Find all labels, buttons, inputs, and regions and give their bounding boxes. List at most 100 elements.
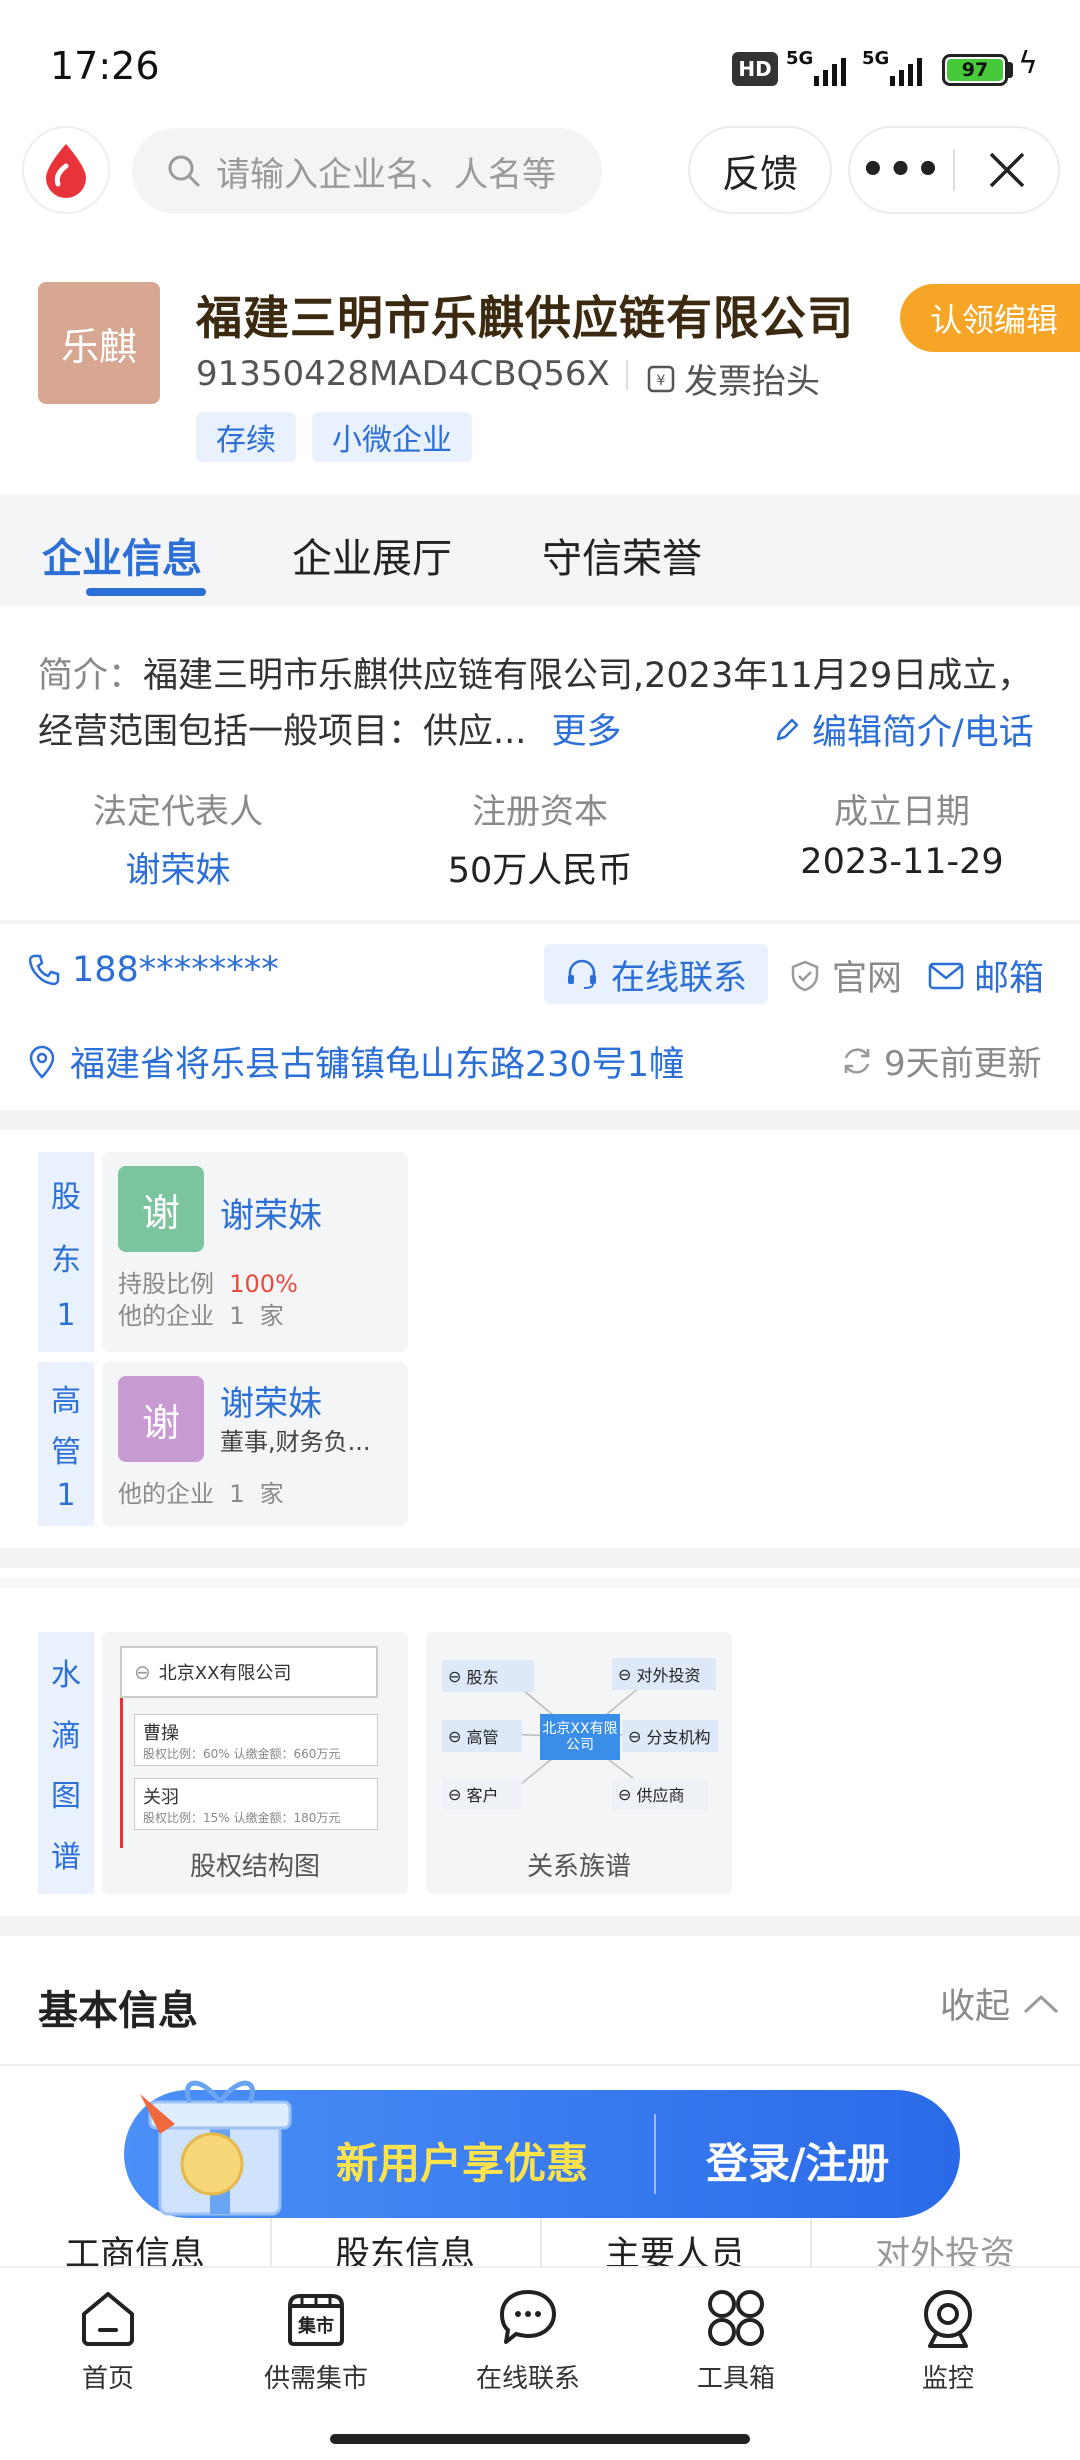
section-gap [0,1916,1080,1936]
credit-code: 91350428MAD4CBQ56X [196,354,610,394]
equity-node-1-detail: 股权比例：60% 认缴金额：660万元 [143,1747,341,1761]
shareholder-card[interactable]: 谢 谢荣妹 持股比例 100% 他的企业 1 家 [102,1152,408,1352]
online-contact-button[interactable]: 在线联系 [544,944,768,1004]
hd-icon: HD [732,52,778,86]
ratio-label-text: 持股比例 [118,1270,214,1298]
headset-icon [568,959,596,989]
legal-rep-link[interactable]: 谢荣妹 [28,842,328,893]
claim-edit-button[interactable]: 认领编辑 [900,284,1080,352]
search-input[interactable]: 请输入企业名、人名等 [132,128,602,214]
location-icon [29,1045,55,1079]
nav-toolbox[interactable]: 工具箱 [628,2286,844,2395]
address-link[interactable]: 福建省将乐县古镛镇龟山东路230号1幢 [26,1036,684,1087]
close-icon[interactable] [955,128,1058,212]
avatar: 谢 [118,1376,204,1462]
avatar: 谢 [118,1166,204,1252]
address-text: 福建省将乐县古镛镇龟山东路230号1幢 [70,1045,685,1085]
market-icon: 集市 [284,2286,348,2350]
monitor-icon [924,2290,972,2348]
nav-online-contact-label: 在线联系 [475,2364,580,2394]
tab-company-showroom[interactable]: 企业展厅 [292,526,452,584]
shareholder-side-label: 股 东 1 [38,1152,94,1352]
intro-more-link[interactable]: 更多 [552,712,622,752]
network-5g-label: 5G [786,48,814,69]
size-badge: 小微企业 [312,412,472,462]
side-char: 谱 [51,1839,81,1875]
network-5g-label-2: 5G [862,48,890,69]
phone-icon [28,954,60,986]
relation-node: ⊖ 分支机构 [622,1720,718,1752]
legal-rep-label: 法定代表人 [93,792,263,832]
more-icon[interactable]: ••• [850,128,953,212]
status-time: 17:26 [50,44,160,88]
website-link[interactable]: 官网 [788,950,902,1001]
website-label: 官网 [832,959,903,999]
side-char: 高 [51,1383,81,1419]
nav-monitor[interactable]: 监控 [840,2286,1056,2395]
invoice-icon: ¥ [647,365,675,392]
refresh-icon [844,1047,870,1074]
ratio-label: 持股比例 100% [118,1264,298,1299]
mail-icon [928,962,964,989]
side-char: 股 [51,1179,81,1215]
intro-label: 简介： [38,656,144,696]
relation-graph-card[interactable]: 北京XX有限公司 ⊖ 股东 ⊖ 对外投资 ⊖ 高管 ⊖ 分支机构 ⊖ 客户 ⊖ … [426,1632,732,1894]
signal-icon-2 [890,52,922,86]
email-link[interactable]: 邮箱 [928,950,1044,1001]
relation-node: ⊖ 客户 [442,1778,522,1810]
relation-node-label: 客户 [466,1786,499,1805]
shield-icon [791,960,819,991]
equity-root-node: ⊖ 北京XX有限公司 [120,1646,378,1698]
search-placeholder: 请输入企业名、人名等 [216,154,556,195]
equity-node-1-name: 曹操 [143,1723,179,1744]
relation-node-label: 对外投资 [636,1666,701,1685]
update-status[interactable]: 9天前更新 [840,1036,1042,1085]
collapse-label: 收起 [940,1987,1011,2027]
promo-divider [654,2114,656,2194]
reg-capital-value: 50万人民币 [447,851,633,891]
nav-home[interactable]: 首页 [0,2286,216,2395]
basic-info-title: 基本信息 [38,1988,198,2034]
relation-node-label: 供应商 [636,1786,685,1805]
side-char: 水 [51,1658,81,1694]
relation-node: ⊖ 对外投资 [612,1658,716,1690]
side-char: 图 [51,1779,81,1815]
equity-node-1: 曹操 股权比例：60% 认缴金额：660万元 [134,1714,378,1766]
side-count: 1 [56,1477,76,1513]
phone-link[interactable]: 188******** [26,950,279,990]
side-char: 东 [51,1242,81,1278]
relation-center-node: 北京XX有限公司 [540,1714,620,1760]
equity-tree-line [120,1698,123,1848]
battery-icon: 97 [942,54,1008,86]
tab-credit-honor[interactable]: 守信荣誉 [542,526,702,584]
edit-intro-button[interactable]: 编辑简介/电话 [772,704,1034,755]
email-label: 邮箱 [974,959,1045,999]
relation-caption: 关系族谱 [526,1852,631,1882]
side-char: 管 [51,1434,81,1470]
executive-card[interactable]: 谢 谢荣妹 董事,财务负... 他的企业 1 家 [102,1362,408,1526]
app-logo-icon[interactable] [22,126,110,214]
nav-online-contact[interactable]: 在线联系 [420,2286,636,2395]
other-companies[interactable]: 他的企业 1 家 [118,1474,284,1509]
login-register-button[interactable]: 登录/注册 [706,2130,889,2191]
update-text: 9天前更新 [884,1044,1042,1084]
section-gap [0,1110,1080,1130]
invoice-title-button[interactable]: ¥ 发票抬头 [646,354,820,403]
collapse-button[interactable]: 收起 [940,1978,1060,2029]
section-gap-inner [0,1578,1080,1588]
home-indicator[interactable] [330,2434,750,2444]
shareholder-name[interactable]: 谢荣妹 [220,1188,322,1237]
section-divider [0,920,1080,924]
online-contact-label: 在线联系 [611,957,747,998]
battery-cap [1008,62,1013,78]
tab-company-info[interactable]: 企业信息 [42,526,202,584]
nav-market[interactable]: 集市 供需集市 [208,2286,424,2395]
collapse-icon: ⊖ [134,1660,151,1684]
other-companies[interactable]: 他的企业 1 家 [118,1296,284,1331]
executive-name[interactable]: 谢荣妹 [220,1376,322,1425]
chat-icon [500,2290,556,2344]
equity-structure-card[interactable]: ⊖ 北京XX有限公司 曹操 股权比例：60% 认缴金额：660万元 关羽 股权比… [102,1632,408,1894]
chevron-up-icon [1023,1994,1059,2013]
feedback-button[interactable]: 反馈 [688,126,832,214]
svg-text:¥: ¥ [657,373,666,389]
